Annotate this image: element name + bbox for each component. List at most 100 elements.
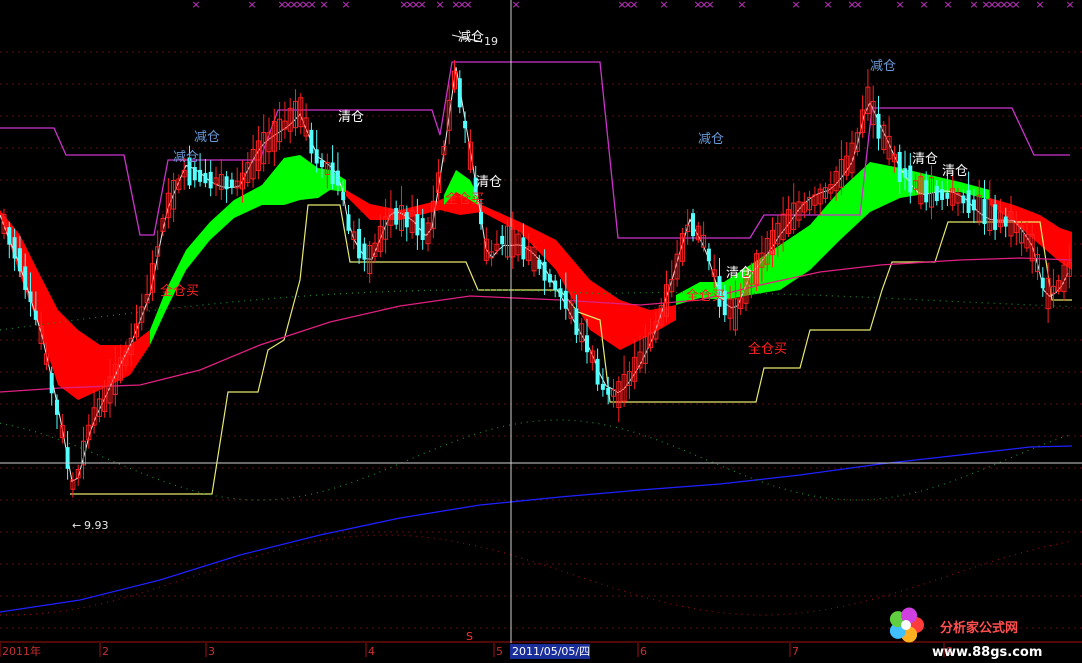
oscillator-blue (0, 445, 1073, 613)
candle-body-down (208, 171, 213, 189)
x-tick-label: 3 (208, 645, 215, 658)
candle-body-down (203, 172, 208, 184)
signal-mark: × (969, 0, 978, 11)
signal-mark: × (319, 0, 328, 11)
candle-body-down (691, 213, 695, 237)
candle-body-down (961, 195, 966, 204)
x-axis: 2011年 2 3 4 5 6 7 8S (0, 630, 953, 658)
signal-mark: × (417, 0, 426, 11)
candle-body-down (394, 207, 399, 225)
signal-mark: × (1065, 0, 1074, 11)
signal-mark: × (435, 0, 444, 11)
candle-body-down (224, 176, 229, 190)
cursor-date-label: 2011/05/05/四 (512, 645, 590, 658)
candle-body-down (537, 259, 542, 269)
signal-mark: × (341, 0, 350, 11)
signal-label: 清仓 (476, 175, 502, 190)
signal-mark: × (823, 0, 832, 11)
flower-center (901, 620, 911, 630)
watermark-url: www.88gs.com (932, 645, 1042, 660)
candle-body-down (553, 280, 558, 291)
signal-mark: × (307, 0, 316, 11)
candle-body-down (12, 237, 17, 259)
stop-line-yellow (70, 204, 1072, 495)
candle-body-down (542, 261, 547, 281)
signal-label: 清仓 (338, 110, 364, 125)
candle-body-down (945, 192, 950, 199)
candle-body-down (415, 214, 420, 236)
signal-label: 减仓 (870, 59, 896, 74)
signal-label: 全仓买 (160, 283, 199, 299)
candle-body-down (595, 358, 600, 385)
signal-mark: × (919, 0, 928, 11)
signal-label: 全仓买 (686, 288, 725, 304)
candle-body-down (65, 447, 70, 469)
signal-mark: × (737, 0, 746, 11)
signal-mark: × (247, 0, 256, 11)
bear-ribbon (0, 210, 150, 400)
grid-lines (0, 51, 1082, 643)
watermark-text: 分析家公式网 (940, 620, 1018, 636)
candle-body-down (521, 237, 526, 260)
oscillator-red-dotted (0, 534, 1073, 616)
signal-marker-s: S (466, 630, 473, 643)
signal-mark: × (791, 0, 800, 11)
candle-body-down (463, 120, 468, 129)
candle-body-down (49, 373, 54, 394)
crosshair: 2011/05/05/四 (0, 0, 1082, 659)
candle-body-down (876, 113, 881, 139)
signal-mark: × (1035, 0, 1044, 11)
candle-body-down (309, 129, 314, 154)
candle-body-down (23, 266, 28, 290)
x-tick-label: 4 (368, 645, 375, 658)
candle-body-down (563, 290, 568, 309)
candle-body-down (33, 310, 38, 320)
signal-labels: 减仓减仓清仓减仓清仓全仓买全仓买全仓买减仓清仓全仓买减仓清仓清仓19← 9.93 (72, 30, 968, 532)
candle-body-down (479, 211, 483, 225)
signal-label: 减仓 (698, 132, 724, 147)
signal-mark: × (943, 0, 952, 11)
candle-body-down (993, 204, 998, 230)
candle-body-down (940, 189, 945, 200)
candle-body-down (924, 180, 929, 203)
candle-body-down (500, 235, 505, 245)
candle-body-down (908, 165, 913, 193)
candle-body-down (229, 179, 234, 188)
signal-mark: × (191, 0, 200, 11)
signal-label: 清仓 (942, 164, 968, 179)
candle-body-down (320, 160, 324, 168)
candle-body-down (314, 149, 319, 164)
watermark: 分析家公式网 www.88gs.com (889, 607, 1042, 660)
candle-body-down (934, 185, 939, 202)
candle-body-down (574, 308, 579, 335)
signal-mark: × (853, 0, 862, 11)
candle-body-down (558, 288, 563, 297)
candle-body-down (982, 199, 987, 225)
candle-body-down (1040, 277, 1045, 289)
candle-body-down (55, 399, 59, 415)
candle-body-down (897, 151, 902, 182)
candle-body-down (17, 248, 22, 272)
candle-body-down (1003, 216, 1008, 227)
candle-body-down (457, 78, 462, 108)
signal-mark: × (463, 0, 472, 11)
low-price-arrow: ← (72, 519, 81, 532)
candle-body-down (606, 387, 611, 395)
candle-body-down (28, 291, 33, 303)
top-signal-marks: × × ×××××× × × ×××× × ××× × ××× × ××× × × × ×× × × × × ×××××… (191, 0, 1074, 11)
bull-ribbon (676, 162, 990, 305)
candle-body-down (330, 162, 335, 185)
signal-label: 清仓 (726, 266, 752, 281)
candle-body-down (192, 167, 197, 181)
x-tick-label: 2 (102, 645, 109, 658)
candle-body-down (547, 274, 552, 283)
x-tick-label: 6 (640, 645, 647, 658)
signal-label: 全仓买 (748, 341, 787, 357)
candle-body-down (585, 335, 589, 353)
candle-body-down (404, 212, 409, 228)
candle-body-down (357, 228, 362, 259)
signal-mark: × (629, 0, 638, 11)
high-price-marker: 19 (484, 35, 498, 48)
candle-body-down (966, 190, 971, 213)
x-tick-label: 5 (496, 645, 503, 658)
